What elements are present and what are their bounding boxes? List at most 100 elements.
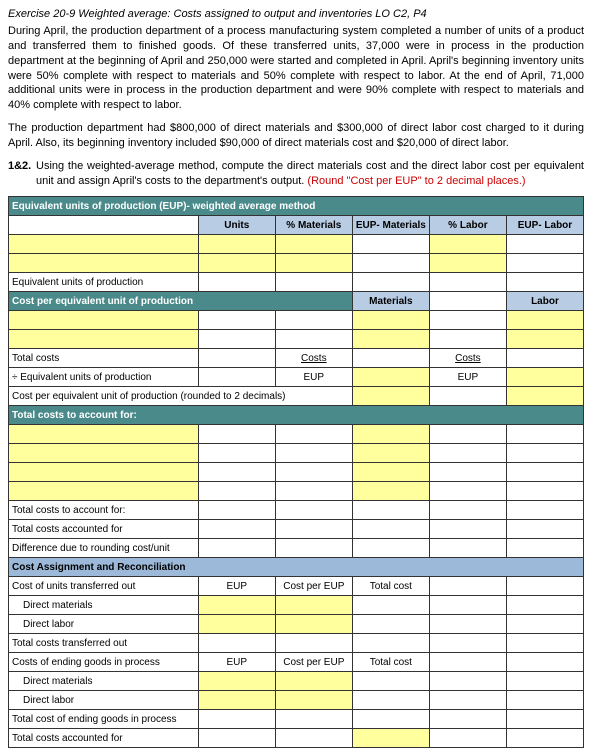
blank-cell bbox=[275, 273, 352, 292]
col-eup-labor: EUP- Labor bbox=[506, 216, 583, 235]
blank-cell bbox=[275, 330, 352, 349]
input-cell[interactable] bbox=[9, 311, 199, 330]
blank-cell bbox=[506, 596, 583, 615]
calc-cell bbox=[506, 273, 583, 292]
question-text: Using the weighted-average method, compu… bbox=[36, 159, 584, 189]
input-cell[interactable] bbox=[506, 368, 583, 387]
label-costs: Costs bbox=[429, 349, 506, 368]
blank-cell bbox=[429, 292, 506, 311]
input-cell[interactable] bbox=[9, 235, 199, 254]
blank-cell bbox=[429, 577, 506, 596]
blank-cell bbox=[198, 368, 275, 387]
blank-cell bbox=[275, 463, 352, 482]
row-eup: Equivalent units of production bbox=[9, 273, 199, 292]
input-cell[interactable] bbox=[9, 254, 199, 273]
blank-cell bbox=[506, 520, 583, 539]
col-eup-materials: EUP- Materials bbox=[352, 216, 429, 235]
blank-cell bbox=[429, 330, 506, 349]
input-cell[interactable] bbox=[352, 444, 429, 463]
input-cell[interactable] bbox=[9, 482, 199, 501]
row-tcaf: Total costs to account for: bbox=[9, 501, 199, 520]
input-cell[interactable] bbox=[352, 387, 429, 406]
input-cell[interactable] bbox=[506, 330, 583, 349]
label-eup: EUP bbox=[198, 653, 275, 672]
input-cell[interactable] bbox=[275, 615, 352, 634]
blank-cell bbox=[506, 729, 583, 748]
input-cell[interactable] bbox=[9, 330, 199, 349]
input-cell[interactable] bbox=[352, 463, 429, 482]
blank-cell bbox=[198, 425, 275, 444]
input-cell[interactable] bbox=[352, 311, 429, 330]
calc-cell bbox=[352, 710, 429, 729]
label-cost-per-eup: Cost per EUP bbox=[275, 653, 352, 672]
eup-table: Equivalent units of production (EUP)- we… bbox=[8, 196, 584, 748]
col-pct-materials: % Materials bbox=[275, 216, 352, 235]
input-cell[interactable] bbox=[198, 615, 275, 634]
row-dl: Direct labor bbox=[9, 691, 199, 710]
blank-cell bbox=[429, 729, 506, 748]
input-cell[interactable] bbox=[275, 235, 352, 254]
blank-cell bbox=[198, 463, 275, 482]
label-costs: Costs bbox=[275, 349, 352, 368]
input-cell[interactable] bbox=[275, 672, 352, 691]
row-dm: Direct materials bbox=[9, 672, 199, 691]
input-cell[interactable] bbox=[9, 425, 199, 444]
row-div-eup: ÷ Equivalent units of production bbox=[9, 368, 199, 387]
blank-cell bbox=[429, 596, 506, 615]
blank-cell bbox=[506, 615, 583, 634]
blank-cell bbox=[275, 710, 352, 729]
section-car: Cost Assignment and Reconciliation bbox=[9, 558, 584, 577]
input-cell[interactable] bbox=[429, 254, 506, 273]
calc-cell bbox=[506, 235, 583, 254]
input-cell[interactable] bbox=[429, 235, 506, 254]
calc-cell bbox=[352, 615, 429, 634]
input-cell[interactable] bbox=[352, 729, 429, 748]
calc-cell bbox=[352, 235, 429, 254]
blank-cell bbox=[429, 539, 506, 558]
blank-cell bbox=[275, 729, 352, 748]
row-cpeu-rounded: Cost per equivalent unit of production (… bbox=[9, 387, 353, 406]
blank-cell bbox=[429, 672, 506, 691]
input-cell[interactable] bbox=[506, 311, 583, 330]
blank-cell bbox=[506, 691, 583, 710]
input-cell[interactable] bbox=[198, 235, 275, 254]
input-cell[interactable] bbox=[275, 691, 352, 710]
blank-cell bbox=[506, 710, 583, 729]
label-cost-per-eup: Cost per EUP bbox=[275, 577, 352, 596]
blank-cell bbox=[198, 349, 275, 368]
blank-cell bbox=[198, 330, 275, 349]
input-cell[interactable] bbox=[9, 463, 199, 482]
input-cell[interactable] bbox=[352, 368, 429, 387]
table-main-header: Equivalent units of production (EUP)- we… bbox=[9, 197, 584, 216]
input-cell[interactable] bbox=[506, 387, 583, 406]
blank-cell bbox=[198, 729, 275, 748]
input-cell[interactable] bbox=[275, 254, 352, 273]
calc-cell bbox=[352, 349, 429, 368]
input-cell[interactable] bbox=[198, 691, 275, 710]
input-cell[interactable] bbox=[352, 330, 429, 349]
blank-cell bbox=[429, 482, 506, 501]
row-cuto: Cost of units transferred out bbox=[9, 577, 199, 596]
row-tca: Total costs accounted for bbox=[9, 520, 199, 539]
blank-cell bbox=[275, 501, 352, 520]
row-dl: Direct labor bbox=[9, 615, 199, 634]
row-dm: Direct materials bbox=[9, 596, 199, 615]
input-cell[interactable] bbox=[198, 672, 275, 691]
input-cell[interactable] bbox=[9, 444, 199, 463]
input-cell[interactable] bbox=[198, 596, 275, 615]
blank-cell bbox=[198, 501, 275, 520]
blank-cell bbox=[506, 444, 583, 463]
input-cell[interactable] bbox=[275, 596, 352, 615]
input-cell[interactable] bbox=[352, 482, 429, 501]
col-units: Units bbox=[198, 216, 275, 235]
blank-cell bbox=[198, 482, 275, 501]
label-eup: EUP bbox=[198, 577, 275, 596]
row-cegip: Costs of ending goods in process bbox=[9, 653, 199, 672]
calc-cell bbox=[352, 520, 429, 539]
row-tca2: Total costs accounted for bbox=[9, 729, 199, 748]
blank-cell bbox=[429, 691, 506, 710]
blank-cell bbox=[429, 634, 506, 653]
input-cell[interactable] bbox=[198, 254, 275, 273]
input-cell[interactable] bbox=[352, 425, 429, 444]
blank-cell bbox=[506, 501, 583, 520]
